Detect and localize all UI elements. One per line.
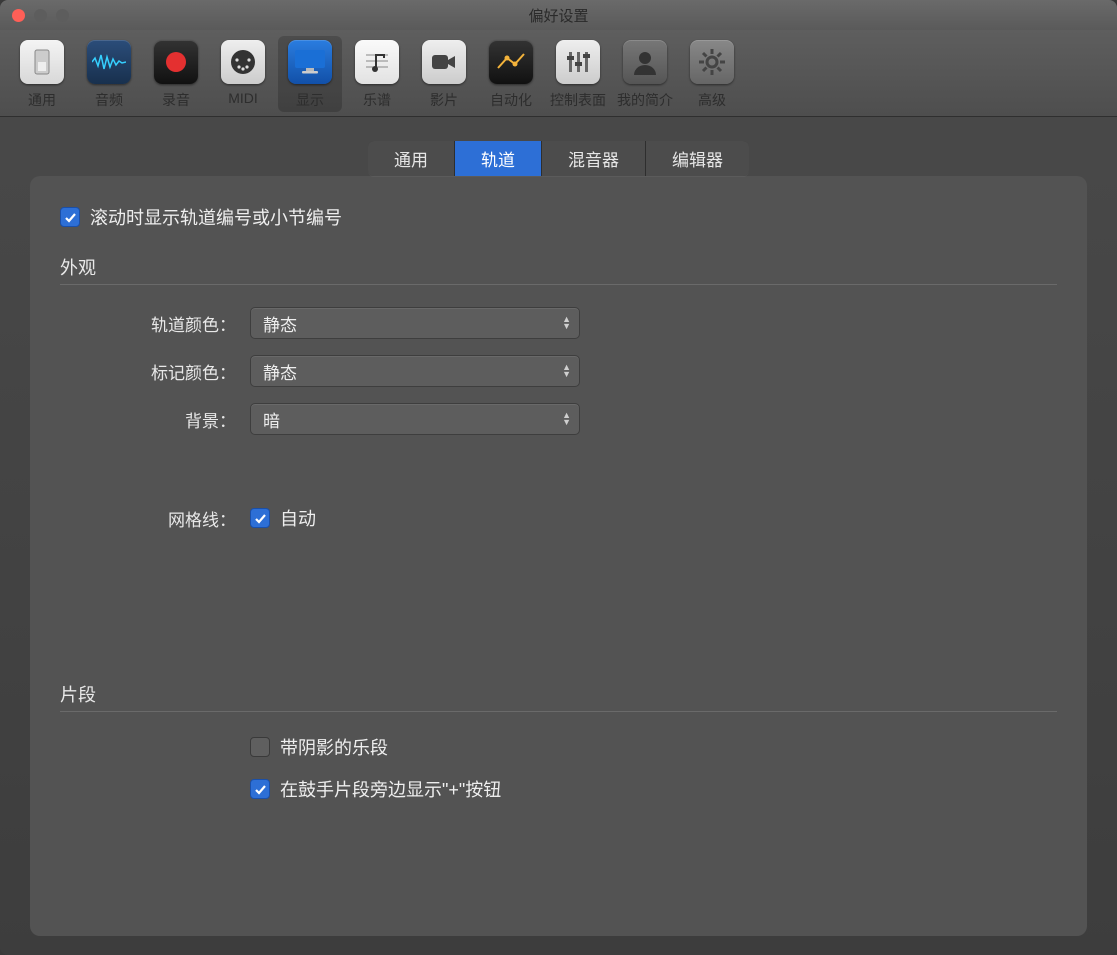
chevron-up-down-icon: ▲▼ <box>562 316 571 330</box>
toolbar-item-label: 乐谱 <box>363 90 391 110</box>
marker-color-value: 静态 <box>263 359 297 384</box>
scroll-shows-number-checkbox[interactable] <box>60 207 80 227</box>
monitor-icon <box>288 40 332 84</box>
toolbar-item-label: 显示 <box>296 90 324 110</box>
toolbar-item-automation[interactable]: 自动化 <box>479 36 543 112</box>
toolbar-item-advanced[interactable]: 高级 <box>680 36 744 112</box>
switch-icon <box>20 40 64 84</box>
zoom-window-button[interactable] <box>56 9 69 22</box>
display-subtabs: 通用 轨道 混音器 编辑器 <box>0 141 1117 176</box>
toolbar-item-audio[interactable]: 音频 <box>77 36 141 112</box>
record-icon <box>154 40 198 84</box>
gridlines-label: 网格线： <box>60 506 250 531</box>
close-window-button[interactable] <box>12 9 25 22</box>
divider <box>60 284 1057 285</box>
toolbar-item-profile[interactable]: 我的简介 <box>613 36 677 112</box>
tab-tracks[interactable]: 轨道 <box>455 141 542 176</box>
toolbar-item-score[interactable]: 乐谱 <box>345 36 409 112</box>
person-icon <box>623 40 667 84</box>
gear-icon <box>690 40 734 84</box>
track-color-select[interactable]: 静态 ▲▼ <box>250 307 580 339</box>
automation-curve-icon <box>489 40 533 84</box>
preferences-toolbar: 通用 音频 录音 MIDI 显示 <box>0 30 1117 117</box>
toolbar-item-record[interactable]: 录音 <box>144 36 208 112</box>
music-note-icon <box>355 40 399 84</box>
toolbar-item-label: 录音 <box>162 90 190 110</box>
midi-port-icon <box>221 40 265 84</box>
tab-mixer[interactable]: 混音器 <box>542 141 646 176</box>
window-title: 偏好设置 <box>0 5 1117 26</box>
minimize-window-button[interactable] <box>34 9 47 22</box>
camera-icon <box>422 40 466 84</box>
scroll-shows-number-label: 滚动时显示轨道编号或小节编号 <box>90 204 342 230</box>
traffic-lights <box>0 9 69 22</box>
gridlines-auto-checkbox[interactable] <box>250 508 270 528</box>
segment-section-title: 片段 <box>60 681 1057 707</box>
toolbar-item-general[interactable]: 通用 <box>10 36 74 112</box>
toolbar-item-label: 高级 <box>698 90 726 110</box>
toolbar-item-display[interactable]: 显示 <box>278 36 342 112</box>
toolbar-item-midi[interactable]: MIDI <box>211 36 275 112</box>
background-label: 背景： <box>60 407 250 432</box>
toolbar-item-label: 自动化 <box>490 90 532 110</box>
toolbar-item-video[interactable]: 影片 <box>412 36 476 112</box>
toolbar-item-label: 我的简介 <box>617 90 673 110</box>
background-value: 暗 <box>263 407 280 432</box>
chevron-up-down-icon: ▲▼ <box>562 412 571 426</box>
faders-icon <box>556 40 600 84</box>
toolbar-item-surface[interactable]: 控制表面 <box>546 36 610 112</box>
chevron-up-down-icon: ▲▼ <box>562 364 571 378</box>
marker-color-label: 标记颜色： <box>60 359 250 384</box>
tracks-panel: 滚动时显示轨道编号或小节编号 外观 轨道颜色： 静态 ▲▼ 标记颜色： 静态 ▲… <box>30 176 1087 936</box>
marker-color-select[interactable]: 静态 ▲▼ <box>250 355 580 387</box>
track-color-value: 静态 <box>263 311 297 336</box>
shadowed-regions-label: 带阴影的乐段 <box>280 734 388 760</box>
drummer-plus-label: 在鼓手片段旁边显示"+"按钮 <box>280 776 501 802</box>
shadowed-regions-checkbox[interactable] <box>250 737 270 757</box>
gridlines-auto-label: 自动 <box>280 505 316 531</box>
appearance-section-title: 外观 <box>60 254 1057 280</box>
divider <box>60 711 1057 712</box>
background-select[interactable]: 暗 ▲▼ <box>250 403 580 435</box>
titlebar: 偏好设置 <box>0 0 1117 30</box>
drummer-plus-checkbox[interactable] <box>250 779 270 799</box>
preferences-window: 偏好设置 通用 音频 录音 MIDI <box>0 0 1117 955</box>
toolbar-item-label: 通用 <box>28 90 56 110</box>
toolbar-item-label: 控制表面 <box>550 90 606 110</box>
tab-general[interactable]: 通用 <box>368 141 455 176</box>
tab-editor[interactable]: 编辑器 <box>646 141 749 176</box>
toolbar-item-label: 音频 <box>95 90 123 110</box>
track-color-label: 轨道颜色： <box>60 311 250 336</box>
waveform-icon <box>87 40 131 84</box>
toolbar-item-label: 影片 <box>430 90 458 110</box>
toolbar-item-label: MIDI <box>228 90 258 106</box>
